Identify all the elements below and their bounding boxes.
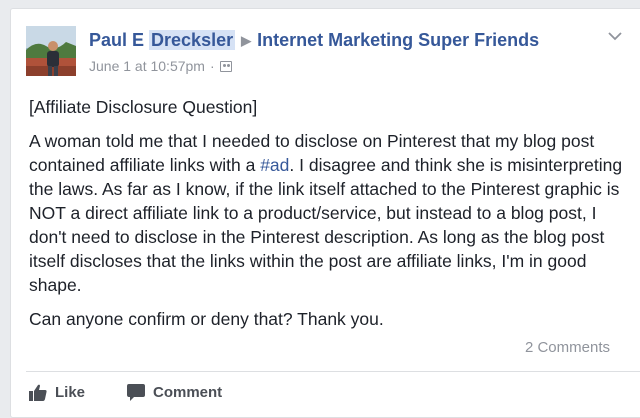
post-paragraph-closing: Can anyone confirm or deny that? Thank y… <box>29 309 384 329</box>
post-body: [Affiliate Disclosure Question] A woman … <box>29 95 629 341</box>
post-actions: Like Comment <box>29 381 222 403</box>
meta-separator: · <box>209 58 215 74</box>
triangle-right-icon: ▶ <box>241 33 252 48</box>
comments-count-link[interactable]: 2 Comments <box>525 339 610 356</box>
author-last-name: Drecksler <box>149 30 236 50</box>
comment-label: Comment <box>153 383 223 401</box>
like-label: Like <box>55 383 86 401</box>
group-audience-icon[interactable] <box>219 60 232 72</box>
comment-bubble-icon <box>127 383 145 401</box>
avatar[interactable] <box>26 26 76 76</box>
paragraph-text: . I disagree and think she is misinterpr… <box>29 155 623 295</box>
post-meta: June 1 at 10:57pm · <box>89 58 232 74</box>
timestamp[interactable]: June 1 at 10:57pm <box>89 58 205 74</box>
group-name[interactable]: Internet Marketing Super Friends <box>257 30 539 50</box>
hashtag-link[interactable]: #ad <box>260 155 289 175</box>
post-paragraph-main: A woman told me that I needed to disclos… <box>29 129 629 297</box>
comment-button[interactable]: Comment <box>127 381 222 403</box>
thumbs-up-icon <box>29 384 47 401</box>
post-card: Paul E Drecksler ▶ Internet Marketing Supe… <box>10 8 640 418</box>
chevron-down-icon[interactable] <box>608 31 622 41</box>
like-button[interactable]: Like <box>29 381 127 403</box>
avatar-photo <box>26 26 76 76</box>
post-header: Paul E Drecksler ▶ Internet Marketing Supe… <box>89 30 539 51</box>
author-name[interactable]: Paul E Drecksler <box>89 30 236 50</box>
divider <box>26 371 640 372</box>
post-paragraph-title: [Affiliate Disclosure Question] <box>29 97 258 117</box>
author-first-name: Paul E <box>89 30 150 50</box>
